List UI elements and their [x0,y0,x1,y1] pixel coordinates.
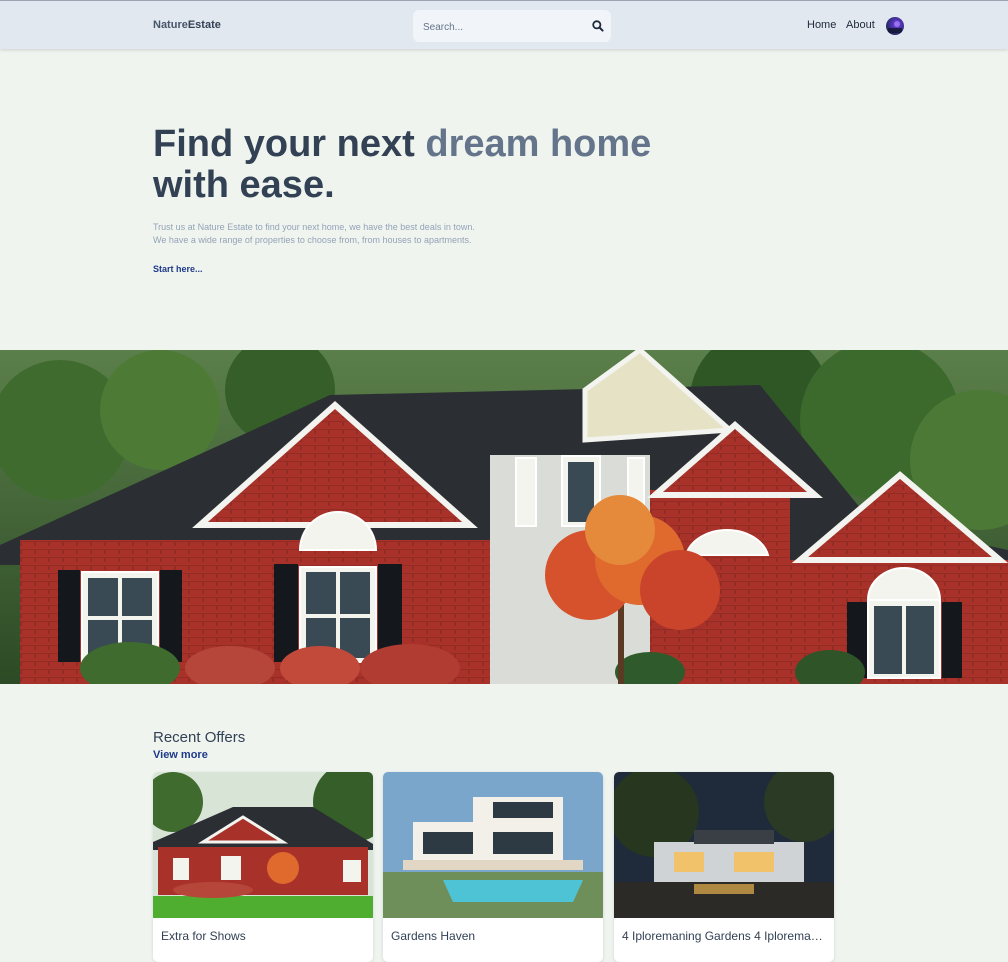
hero-description-line2: We have a wide range of properties to ch… [153,235,472,245]
site-logo[interactable]: NatureEstate [153,19,221,31]
offer-card[interactable]: Extra for Shows [153,772,373,962]
user-avatar-icon[interactable] [886,17,904,35]
logo-text-estate: Estate [187,19,221,31]
nav-home-link[interactable]: Home [807,19,836,31]
hero-title-part1: Find your next [153,123,426,165]
hero-banner-image [0,350,1008,684]
search-box [413,10,611,42]
search-icon[interactable] [591,19,605,33]
hero-title-accent: dream home [425,123,652,165]
hero-title: Find your next dream home with ease. [153,124,753,206]
offer-card-image [383,772,603,918]
offer-card-title: Gardens Haven [391,929,476,943]
search-input[interactable] [421,18,585,36]
offer-card[interactable]: Gardens Haven [383,772,603,962]
offer-card-title: Extra for Shows [161,929,246,943]
nav-about-link[interactable]: About [846,19,875,31]
hero-description: Trust us at Nature Estate to find your n… [153,221,533,247]
logo-text-nature: Nature [153,19,188,31]
offer-card-image [614,772,834,918]
top-navbar: NatureEstate Home About [0,0,1008,49]
offer-card-image [153,772,373,918]
recent-offers-title: Recent Offers [153,729,246,746]
offer-card[interactable]: 4 Iploremaning Gardens 4 Iploremaning [614,772,834,962]
hero-description-line1: Trust us at Nature Estate to find your n… [153,222,475,232]
view-more-link[interactable]: View more [153,749,208,761]
start-here-link[interactable]: Start here... [153,264,203,274]
hero-title-part2: with ease. [153,164,335,206]
offer-card-title: 4 Iploremaning Gardens 4 Iploremaning [622,929,826,943]
